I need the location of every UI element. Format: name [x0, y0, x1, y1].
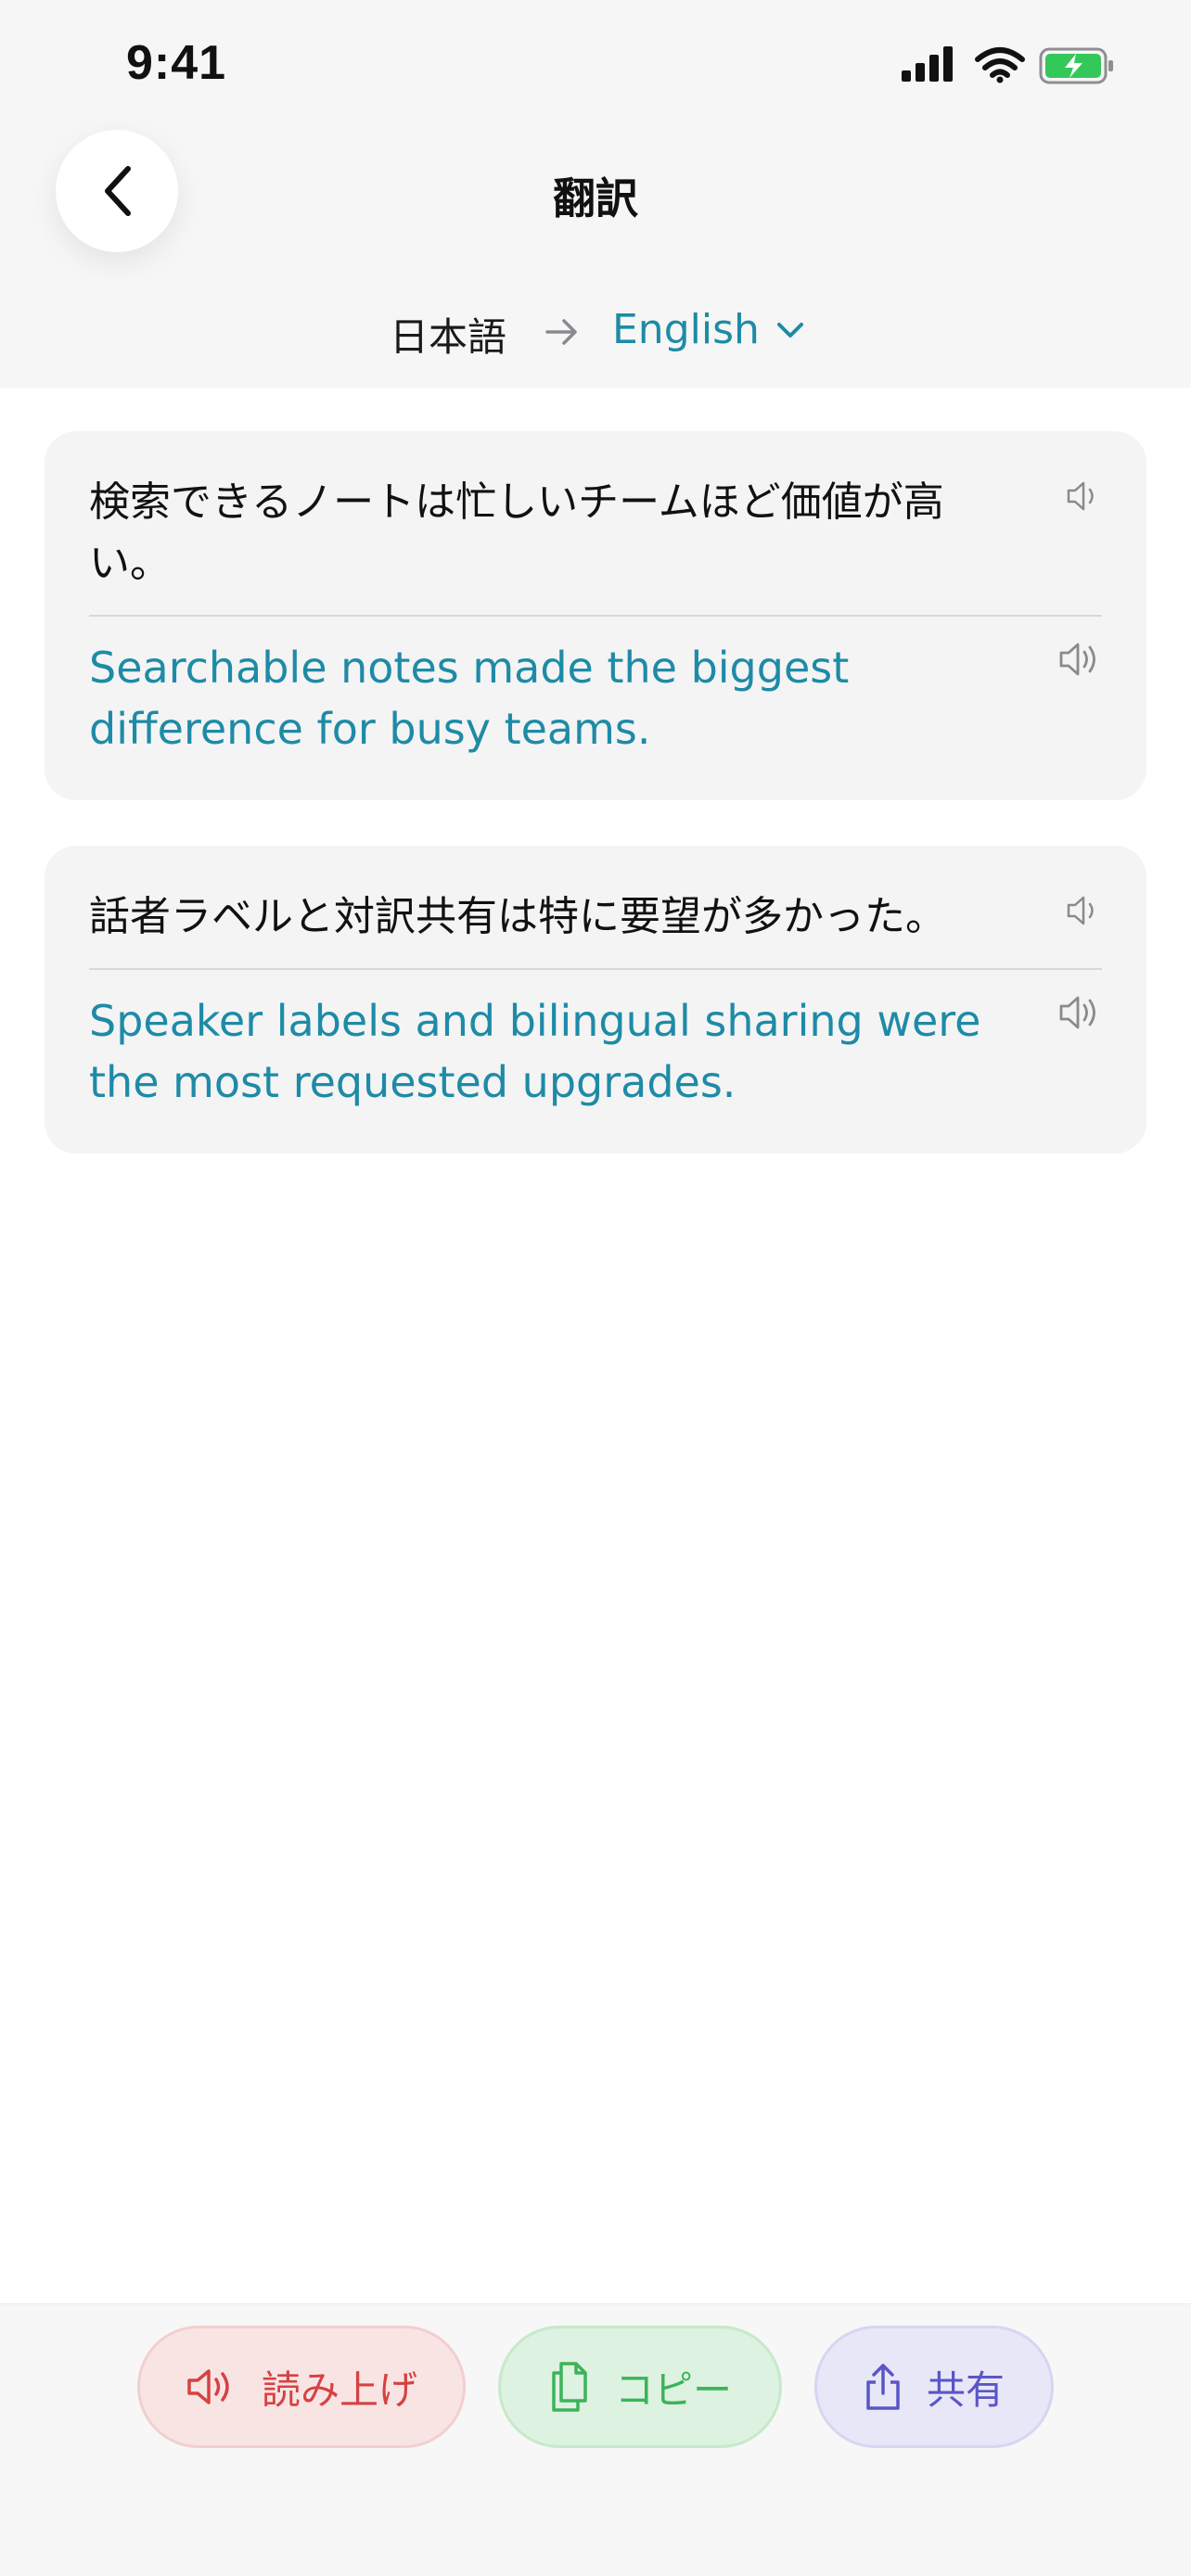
bottom-action-bar: 読み上げ コピー 共有 [0, 2303, 1191, 2576]
target-language-dropdown[interactable]: English [612, 306, 804, 353]
speaker-icon[interactable] [1065, 479, 1102, 513]
speaker-icon[interactable] [1057, 641, 1102, 678]
target-language: English [612, 306, 760, 353]
arrow-right-icon [545, 319, 577, 345]
source-language: 日本語 [390, 314, 507, 360]
copy-icon [552, 2362, 587, 2412]
source-text: 検索できるノートは忙しいチームほど価値が高い。 [89, 478, 944, 587]
battery-charging-icon [1039, 47, 1113, 84]
chevron-down-icon [776, 322, 803, 338]
header: 9:41 翻訳 日本語 English [0, 0, 1191, 388]
copy-button[interactable]: コピー [498, 2326, 782, 2448]
translation-screen: 9:41 翻訳 日本語 English 検索できるノートは忙しいチームほど価値が… [0, 0, 1191, 2576]
translation-card: 検索できるノートは忙しいチームほど価値が高い。 Searchable notes… [45, 431, 1146, 800]
divider [89, 615, 1102, 617]
page-title: 翻訳 [553, 173, 638, 223]
divider [89, 968, 1102, 970]
cellular-signal-icon [902, 46, 953, 82]
source-text: 話者ラベルと対訳共有は特に要望が多かった。 [89, 893, 946, 940]
translated-text: Speaker labels and bilingual sharing wer… [89, 996, 981, 1107]
wifi-icon [975, 47, 1025, 83]
status-time: 9:41 [126, 36, 227, 90]
language-selector: 日本語 English [0, 306, 1191, 362]
speaker-icon [187, 2369, 229, 2404]
copy-label: コピー [614, 2366, 732, 2413]
read-aloud-button[interactable]: 読み上げ [137, 2326, 466, 2448]
translated-text: Searchable notes made the biggest differ… [89, 643, 850, 754]
read-aloud-label: 読み上げ [261, 2366, 417, 2413]
speaker-icon[interactable] [1057, 994, 1102, 1031]
translation-card: 話者ラベルと対訳共有は特に要望が多かった。 Speaker labels and… [45, 846, 1146, 1154]
share-label: 共有 [926, 2366, 1005, 2413]
speaker-icon[interactable] [1065, 894, 1102, 927]
share-icon [866, 2364, 900, 2410]
share-button[interactable]: 共有 [814, 2326, 1054, 2448]
